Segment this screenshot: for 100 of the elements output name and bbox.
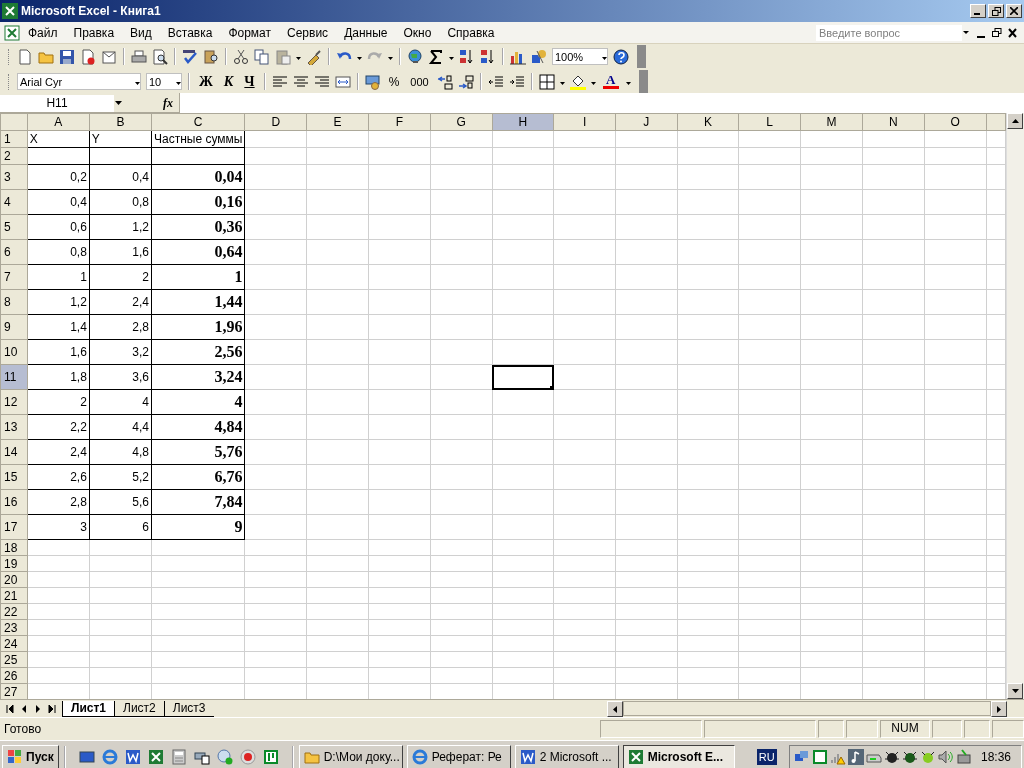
row-header[interactable]: 4 [0,189,28,215]
first-sheet-icon[interactable] [6,703,14,714]
selected-cell[interactable] [492,364,554,390]
formula-field[interactable] [179,93,1024,113]
help-icon[interactable] [613,48,629,65]
row-header[interactable]: 12 [0,389,28,415]
calculator-icon[interactable] [170,748,187,765]
torrent-icon[interactable] [262,748,279,765]
increase-indent-icon[interactable] [508,73,525,90]
bold-button[interactable]: Ж [196,73,216,90]
column-header[interactable]: L [738,113,801,131]
column-header[interactable]: M [800,113,863,131]
permission-icon[interactable] [80,48,96,65]
new-document-icon[interactable] [17,48,33,65]
percent-button[interactable]: % [385,74,403,89]
last-sheet-icon[interactable] [48,703,56,714]
disc-icon[interactable] [239,748,256,765]
restore-button[interactable] [988,4,1004,18]
increase-decimal-icon[interactable] [436,73,453,90]
row-header[interactable]: 6 [0,239,28,265]
left-arrow-icon[interactable] [613,705,617,713]
column-header[interactable]: H [492,113,554,131]
previous-sheet-icon[interactable] [20,703,28,714]
row-header[interactable]: 16 [0,489,28,515]
column-header[interactable]: K [677,113,739,131]
toolbar-options-button[interactable] [638,70,648,93]
menu-item[interactable]: Окно [395,23,440,42]
device-icon[interactable] [955,748,972,765]
borders-icon[interactable] [538,73,555,90]
copy-icon[interactable] [254,48,270,65]
menu-item[interactable]: Файл [20,23,66,42]
music-icon[interactable] [847,748,864,765]
cut-icon[interactable] [233,48,249,65]
language-indicator[interactable]: RU [756,748,777,765]
speaker-icon[interactable] [937,748,954,765]
right-arrow-icon[interactable] [997,705,1001,713]
column-header[interactable]: A [27,113,90,131]
email-icon[interactable] [101,48,117,65]
hyperlink-icon[interactable] [407,48,423,65]
sum-icon[interactable] [428,48,444,65]
start-button[interactable]: Пуск [2,744,59,768]
sort-descending-icon[interactable] [480,48,496,65]
word-processor-icon[interactable] [124,748,141,765]
column-header[interactable]: B [89,113,152,131]
drawing-icon[interactable] [531,48,547,65]
taskbar-button[interactable]: 2 Microsoft ... [514,744,619,768]
close-button[interactable] [1006,4,1022,18]
column-header[interactable]: E [306,113,369,131]
fill-color-icon[interactable] [569,73,586,90]
desktop-icon[interactable] [78,748,95,765]
decrease-indent-icon[interactable] [487,73,504,90]
column-header[interactable]: I [553,113,616,131]
taskbar-button[interactable]: Реферат: Ре [406,744,511,768]
menu-item[interactable]: Правка [65,23,123,42]
merge-center-icon[interactable] [334,73,351,90]
horizontal-scrollbar[interactable] [607,701,1007,716]
menu-item[interactable]: Вставка [159,23,221,42]
help-search-field[interactable]: Введите вопрос [816,24,962,41]
row-header[interactable]: 3 [0,164,28,190]
save-icon[interactable] [59,48,75,65]
sheet-tab[interactable]: Лист1 [62,700,115,717]
column-header[interactable]: D [244,113,307,131]
row-header[interactable]: 13 [0,414,28,440]
scroll-down-button[interactable] [1007,683,1023,699]
row-header[interactable]: 17 [0,514,28,540]
row-header[interactable]: 15 [0,464,28,490]
menu-item[interactable]: Справка [439,23,503,42]
taskbar-button[interactable]: Microsoft E... [622,744,735,768]
row-header[interactable]: 9 [0,314,28,340]
column-header[interactable]: F [368,113,431,131]
name-box[interactable]: H11 [0,94,114,112]
thousands-button[interactable]: 000 [407,75,432,88]
spreadsheet-icon[interactable] [147,748,164,765]
column-header[interactable]: C [151,113,245,131]
menu-item[interactable]: Данные [336,23,396,42]
sheet-tab[interactable]: Лист3 [163,700,214,717]
column-header[interactable]: N [862,113,925,131]
zoom-field[interactable]: 100% [552,48,608,65]
spelling-icon[interactable] [182,48,198,65]
column-header[interactable]: G [430,113,492,131]
taskbar-button[interactable]: D:\Мои доку... [298,744,403,768]
decrease-decimal-icon[interactable] [457,73,474,90]
print-icon[interactable] [131,48,147,65]
sheet-tab[interactable]: Лист2 [114,700,164,717]
research-icon[interactable] [203,48,219,65]
row-header[interactable]: 5 [0,214,28,240]
align-right-icon[interactable] [313,73,330,90]
row-header[interactable]: 7 [0,264,28,290]
sort-ascending-icon[interactable] [459,48,475,65]
row-header[interactable]: 8 [0,289,28,315]
browser-icon[interactable] [101,748,118,765]
next-sheet-icon[interactable] [34,703,42,714]
minimize-button[interactable] [970,4,986,18]
font-size-field[interactable]: 10 [146,73,182,90]
align-center-icon[interactable] [292,73,309,90]
function-label[interactable]: fx [163,95,173,111]
italic-button[interactable]: К [220,73,237,90]
menu-item[interactable]: Сервис [279,23,337,42]
spreadsheet-document-icon[interactable] [4,24,20,41]
underline-button[interactable]: Ч [241,73,258,90]
